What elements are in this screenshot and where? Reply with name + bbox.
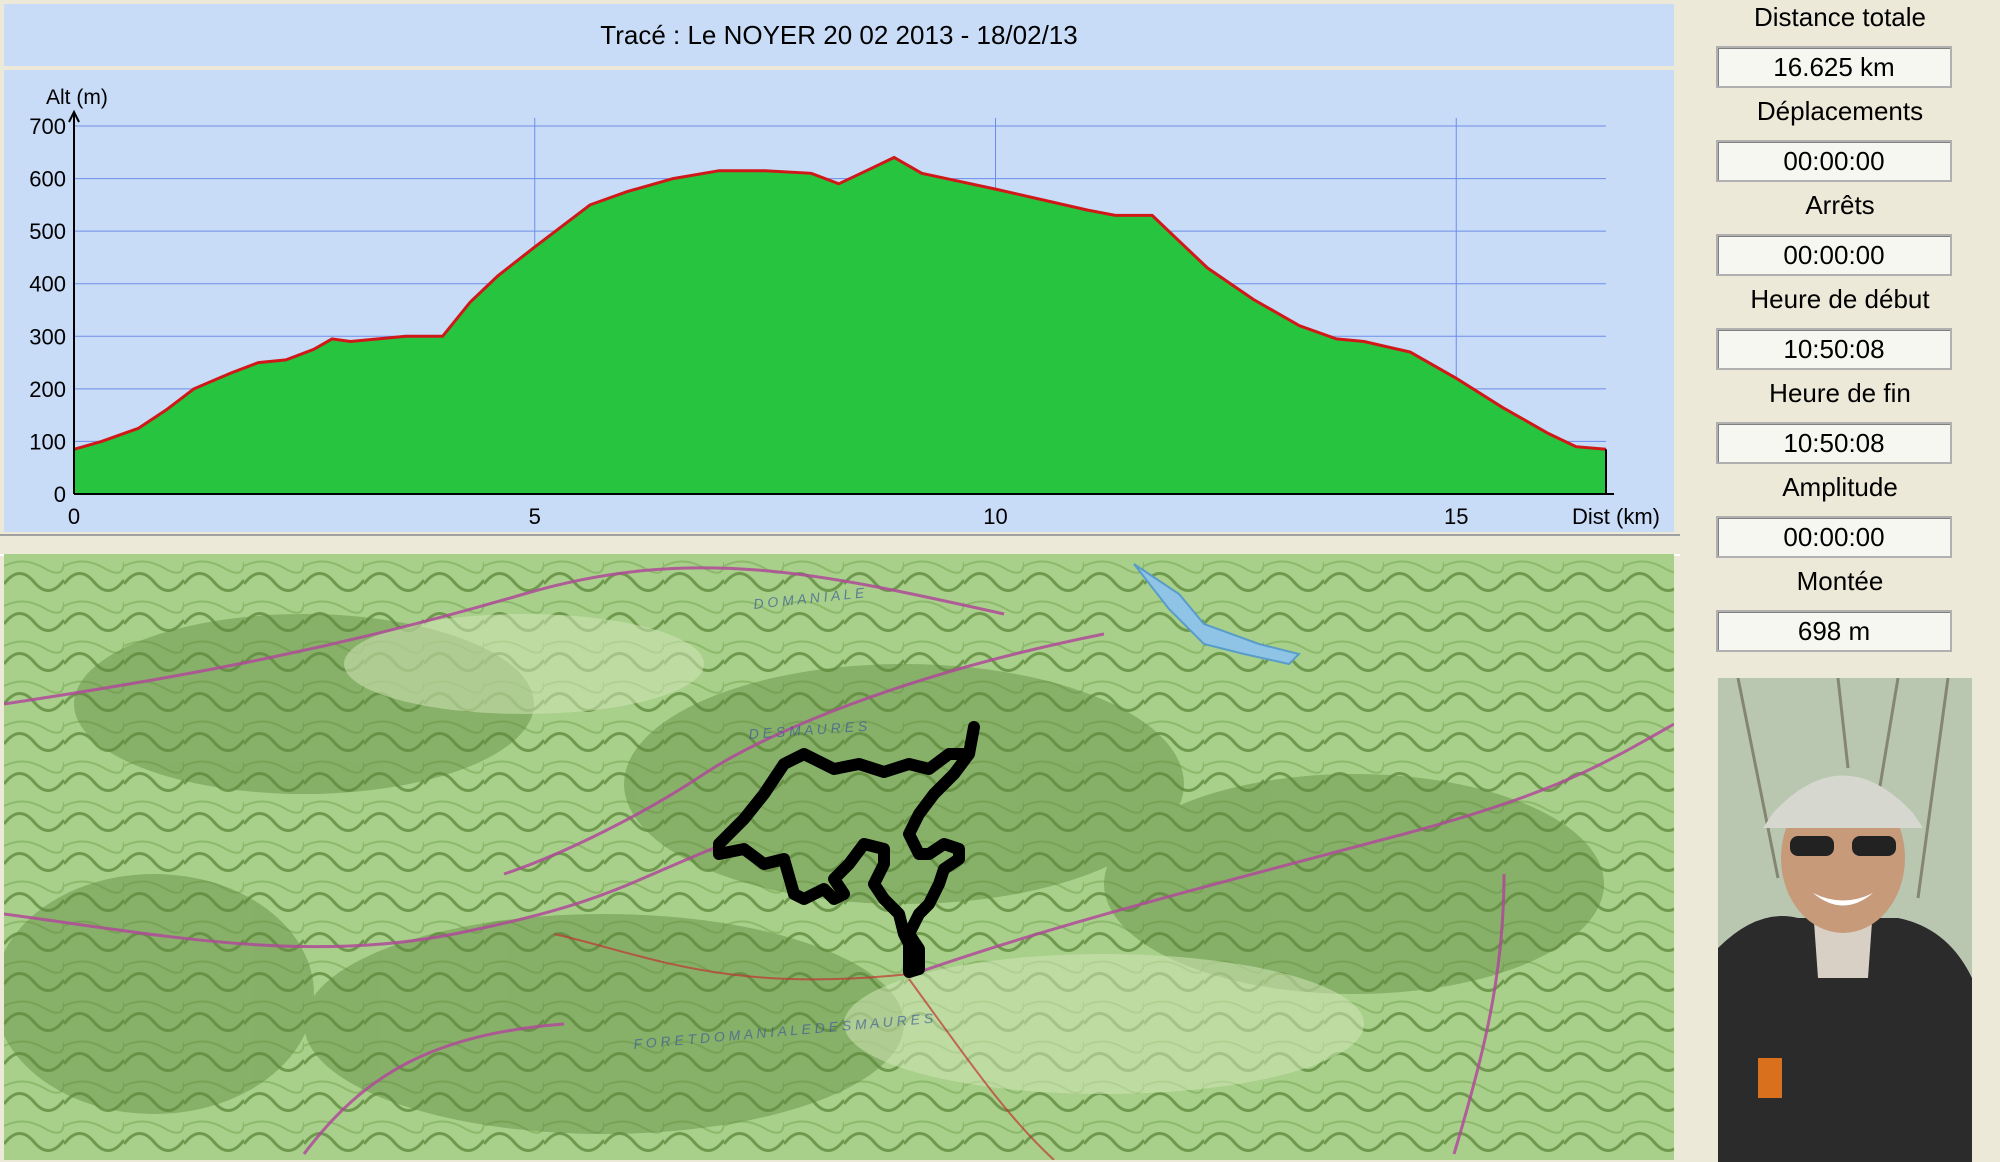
y-tick-label: 0	[54, 482, 66, 507]
x-tick-label: 5	[529, 504, 541, 529]
x-tick-label: 15	[1444, 504, 1468, 529]
map-canvas[interactable]: D O M A N I A L E D E S M A U R E S F O …	[4, 554, 1674, 1160]
stat-value-start-time: 10:50:08	[1716, 328, 1952, 370]
y-tick-label: 200	[29, 377, 66, 402]
y-tick-label: 400	[29, 272, 66, 297]
stat-value-moving: 00:00:00	[1716, 140, 1952, 182]
stat-label-start-time: Heure de début	[1750, 284, 1930, 314]
hiker-photo	[1718, 678, 1972, 1162]
stat-label-climb: Montée	[1796, 566, 1884, 596]
y-axis-label: Alt (m)	[46, 86, 108, 109]
elevation-profile-chart[interactable]: 0 100 200 300 400 500 600 700 0 5 10 15 Alt (m) Dist …	[4, 70, 1674, 532]
stat-label-amplitude: Amplitude	[1782, 472, 1898, 502]
elevation-area	[74, 157, 1606, 494]
y-tick-label: 100	[29, 429, 66, 454]
y-tick-label: 300	[29, 324, 66, 349]
stat-value-amplitude: 00:00:00	[1716, 516, 1952, 558]
stat-value-distance: 16.625 km	[1716, 46, 1952, 88]
elevation-profile-panel: 0 100 200 300 400 500 600 700 0 5 10 15 Alt (m) Dist …	[4, 70, 1674, 532]
y-tick-label: 700	[29, 114, 66, 139]
topographic-map[interactable]: D O M A N I A L E D E S M A U R E S F O …	[4, 554, 1674, 1160]
stat-label-moving: Déplacements	[1756, 96, 1924, 126]
stat-label-end-time: Heure de fin	[1769, 378, 1911, 408]
splitter[interactable]	[0, 534, 1680, 556]
stat-value-end-time: 10:50:08	[1716, 422, 1952, 464]
x-tick-label: 0	[68, 504, 80, 529]
track-title-bar: Tracé : Le NOYER 20 02 2013 - 18/02/13	[4, 4, 1674, 66]
y-tick-label: 500	[29, 219, 66, 244]
x-tick-label: 10	[983, 504, 1007, 529]
y-tick-label: 600	[29, 167, 66, 192]
stat-value-climb: 698 m	[1716, 610, 1952, 652]
x-axis-label: Dist (km)	[1572, 504, 1660, 529]
stat-value-stops: 00:00:00	[1716, 234, 1952, 276]
statistics-panel: Distance totale 16.625 km Déplacements 0…	[1680, 0, 2000, 1162]
track-title: Tracé : Le NOYER 20 02 2013 - 18/02/13	[600, 19, 1078, 50]
stat-label-distance: Distance totale	[1754, 2, 1926, 32]
stat-label-stops: Arrêts	[1805, 190, 1875, 220]
